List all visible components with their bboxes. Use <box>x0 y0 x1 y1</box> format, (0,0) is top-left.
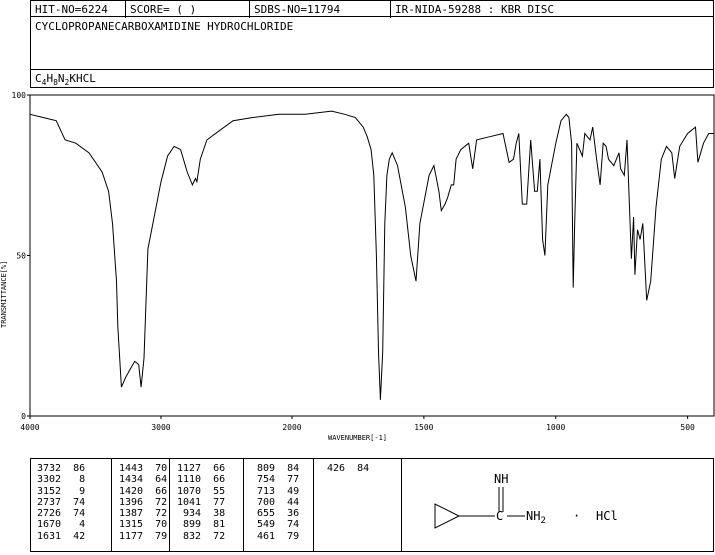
peak-row: 1631 42 <box>37 530 86 542</box>
peak-row: 1110 66 <box>177 474 226 486</box>
peak-row: 1070 55 <box>177 485 226 497</box>
peak-row: 3152 9 <box>37 485 86 497</box>
x-axis: 4000 3000 2000 1500 1000 500 <box>20 416 695 432</box>
peak-row: 713 49 <box>251 485 300 497</box>
peak-row: 934 38 <box>177 508 226 520</box>
compound-name: CYCLOPROPANECARBOXAMIDINE HYDROCHLORIDE <box>35 20 294 33</box>
carbon-label: C <box>496 509 503 523</box>
divider <box>313 459 314 551</box>
dot: · <box>573 509 580 523</box>
cyclopropane-ring <box>434 503 461 529</box>
peak-row: 1434 64 <box>119 474 168 486</box>
peak-column: 426 84 <box>321 463 369 474</box>
peak-row: 1041 77 <box>177 496 226 508</box>
y-axis: 100 50 0 <box>12 91 30 421</box>
peak-row: 1420 66 <box>119 485 168 497</box>
structure-svg: NH C NH2 · HCl <box>434 472 618 529</box>
x-tick-label: 1000 <box>546 423 565 432</box>
peak-table: 3732 86 3302 8 3152 9 2737 74 2726 74 1670 41… <box>30 458 714 552</box>
peak-column: 809 84 754 77 713 49 700 44 655 36 549 7… <box>251 463 299 542</box>
x-tick-label: 4000 <box>20 423 39 432</box>
molecular-formula: C4H8N2KHCL <box>35 72 96 88</box>
peak-row: 700 44 <box>251 496 300 508</box>
peak-column: 1443 70 1434 64 1420 66 1396 72 1387 72 1315 … <box>119 463 167 542</box>
y-tick-label: 100 <box>12 91 27 100</box>
peak-row: 809 84 <box>251 463 300 474</box>
plot-frame <box>29 94 715 417</box>
peak-row: 461 79 <box>251 530 300 542</box>
peak-row: 3302 8 <box>37 474 86 486</box>
peak-row: 3732 86 <box>37 463 86 474</box>
peak-row: 899 81 <box>177 519 226 531</box>
peak-column: 1127 66 1110 66 1070 55 1041 77 934 38 899 … <box>177 463 225 542</box>
divider <box>243 459 244 551</box>
peak-row: 1396 72 <box>119 496 168 508</box>
x-tick-label: 500 <box>680 423 695 432</box>
divider <box>169 459 170 551</box>
peak-column: 3732 86 3302 8 3152 9 2737 74 2726 74 1670 41… <box>37 463 85 542</box>
peak-row: 754 77 <box>251 474 300 486</box>
peak-row: 1127 66 <box>177 463 226 474</box>
peak-row: 1177 79 <box>119 530 168 542</box>
x-tick-label: 3000 <box>151 423 170 432</box>
salt-label: HCl <box>596 509 618 523</box>
y-axis-label: TRANSMITTANCE[%] <box>0 261 8 328</box>
peak-row: 1443 70 <box>119 463 168 474</box>
formula-row: C4H8N2KHCL <box>31 69 713 88</box>
divider <box>111 459 112 551</box>
amine-label: NH2 <box>526 509 546 526</box>
peak-row: 2726 74 <box>37 508 86 520</box>
x-axis-label: WAVENUMBER[-1] <box>328 434 387 442</box>
imine-label: NH <box>494 472 508 486</box>
compound-box: CYCLOPROPANECARBOXAMIDINE HYDROCHLORIDE … <box>30 16 714 88</box>
x-tick-label: 2000 <box>282 423 301 432</box>
peak-row: 549 74 <box>251 519 300 531</box>
y-tick-label: 50 <box>16 252 26 261</box>
peak-row: 426 84 <box>321 463 370 474</box>
peak-row: 1315 70 <box>119 519 168 531</box>
peak-row: 2737 74 <box>37 496 86 508</box>
y-tick-label: 0 <box>21 412 26 421</box>
header: HIT-NO=6224 SCORE= ( ) SDBS-NO=11794 IR-… <box>30 0 714 88</box>
peak-row: 1387 72 <box>119 508 168 520</box>
peak-row: 832 72 <box>177 530 226 542</box>
peak-row: 655 36 <box>251 508 300 520</box>
spectrum-line <box>29 110 714 400</box>
peak-row: 1670 4 <box>37 519 86 531</box>
structure-diagram: NH C NH2 · HCl <box>401 459 713 551</box>
header-row: HIT-NO=6224 SCORE= ( ) SDBS-NO=11794 IR-… <box>30 0 714 18</box>
ir-spectrum-chart: 100500 4000 3000 2000 1500 1000 500 TRANSMITT… <box>0 91 715 442</box>
x-tick-label: 1500 <box>414 423 433 432</box>
